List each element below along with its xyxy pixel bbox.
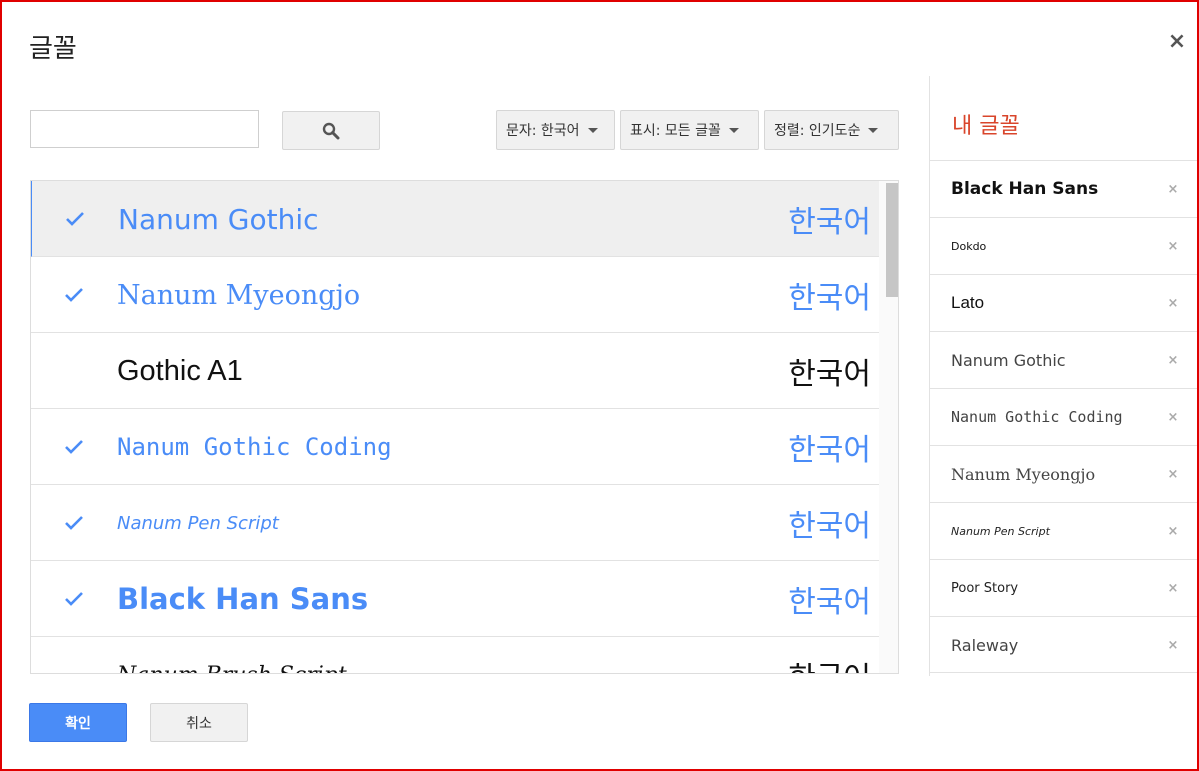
font-row-nanum-brush-script[interactable]: Nanum Brush Script 한국어: [31, 637, 879, 674]
my-font-name: Black Han Sans: [951, 179, 1099, 199]
font-sample: 한국어: [788, 433, 871, 468]
font-sample: 한국어: [788, 281, 871, 316]
my-font-item: Nanum Gothic Coding ×: [930, 388, 1197, 445]
cancel-button[interactable]: 취소: [150, 703, 248, 742]
remove-icon[interactable]: ×: [1166, 218, 1180, 274]
check-icon: [63, 257, 85, 333]
my-font-item: Nanum Myeongjo ×: [930, 445, 1197, 502]
font-row-gothic-a1[interactable]: Gothic A1 한국어: [31, 333, 879, 409]
font-row-black-han-sans[interactable]: Black Han Sans 한국어: [31, 561, 879, 637]
chevron-down-icon: [868, 127, 879, 133]
ok-button[interactable]: 확인: [29, 703, 127, 742]
remove-icon[interactable]: ×: [1166, 332, 1180, 388]
remove-icon[interactable]: ×: [1166, 389, 1180, 445]
my-fonts-panel: 내 글꼴 Black Han Sans × Dokdo × Lato × Nan…: [929, 76, 1197, 676]
font-sample: 한국어: [788, 509, 871, 544]
my-font-item: Dokdo ×: [930, 217, 1197, 274]
font-list: Nanum Gothic 한국어 Nanum Myeongjo 한국어 Goth…: [30, 180, 899, 674]
my-font-name: Nanum Pen Script: [951, 524, 1050, 538]
font-name: Black Han Sans: [117, 582, 369, 616]
search-button[interactable]: [282, 111, 380, 150]
font-row-nanum-myeongjo[interactable]: Nanum Myeongjo 한국어: [31, 257, 879, 333]
my-font-name: Poor Story: [951, 580, 1019, 596]
scrollbar-thumb[interactable]: [886, 183, 898, 297]
search-icon: [322, 122, 340, 139]
sort-filter-dropdown[interactable]: 정렬: 인기도순: [764, 110, 899, 150]
font-sample: 한국어: [788, 357, 871, 392]
my-font-name: Dokdo: [951, 239, 987, 253]
my-font-item: Nanum Gothic ×: [930, 331, 1197, 388]
remove-icon[interactable]: ×: [1166, 560, 1180, 616]
my-font-name: Nanum Gothic Coding: [951, 408, 1123, 426]
sort-filter-label: 정렬: 인기도순: [774, 123, 861, 139]
script-filter-dropdown[interactable]: 문자: 한국어: [496, 110, 615, 150]
remove-icon[interactable]: ×: [1166, 503, 1180, 559]
my-font-item: Lato ×: [930, 274, 1197, 331]
dialog-title: 글꼴: [29, 34, 77, 64]
my-font-item: Black Han Sans ×: [930, 160, 1197, 217]
font-sample: 한국어: [788, 637, 871, 673]
show-filter-dropdown[interactable]: 표시: 모든 글꼴: [620, 110, 759, 150]
show-filter-label: 표시: 모든 글꼴: [630, 123, 721, 139]
close-button[interactable]: ×: [1165, 30, 1189, 54]
font-name: Nanum Myeongjo: [117, 279, 361, 311]
my-font-name: Nanum Gothic: [951, 350, 1066, 370]
chevron-down-icon: [587, 127, 598, 133]
font-sample: 한국어: [788, 205, 871, 240]
font-name: Nanum Pen Script: [117, 512, 279, 534]
check-icon: [64, 181, 86, 257]
remove-icon[interactable]: ×: [1166, 446, 1180, 502]
check-icon: [63, 561, 85, 637]
my-font-name: Nanum Myeongjo: [951, 464, 1096, 484]
chevron-down-icon: [728, 127, 739, 133]
font-row-nanum-gothic[interactable]: Nanum Gothic 한국어: [31, 181, 879, 257]
font-row-nanum-pen-script[interactable]: Nanum Pen Script 한국어: [31, 485, 879, 561]
my-font-item: Poor Story ×: [930, 559, 1197, 616]
font-name: Nanum Gothic: [118, 202, 319, 236]
font-name: Nanum Gothic Coding: [117, 433, 392, 461]
script-filter-label: 문자: 한국어: [506, 123, 580, 139]
font-sample: 한국어: [788, 585, 871, 620]
remove-icon[interactable]: ×: [1166, 275, 1180, 331]
my-font-item: Raleway ×: [930, 616, 1197, 673]
font-dialog: 글꼴 × 문자: 한국어 표시: 모든 글꼴 정렬: 인기도순 Nanum Go…: [0, 0, 1199, 771]
font-name: Gothic A1: [117, 354, 243, 387]
remove-icon[interactable]: ×: [1166, 161, 1180, 217]
font-row-nanum-gothic-coding[interactable]: Nanum Gothic Coding 한국어: [31, 409, 879, 485]
my-font-item: Nanum Pen Script ×: [930, 502, 1197, 559]
check-icon: [63, 409, 85, 485]
font-name: Nanum Brush Script: [117, 637, 347, 674]
search-input[interactable]: [30, 110, 259, 148]
my-font-name: Lato: [951, 293, 985, 312]
check-icon: [63, 485, 85, 561]
my-font-name: Raleway: [951, 635, 1019, 655]
my-fonts-title: 내 글꼴: [952, 114, 1020, 139]
remove-icon[interactable]: ×: [1166, 617, 1180, 673]
